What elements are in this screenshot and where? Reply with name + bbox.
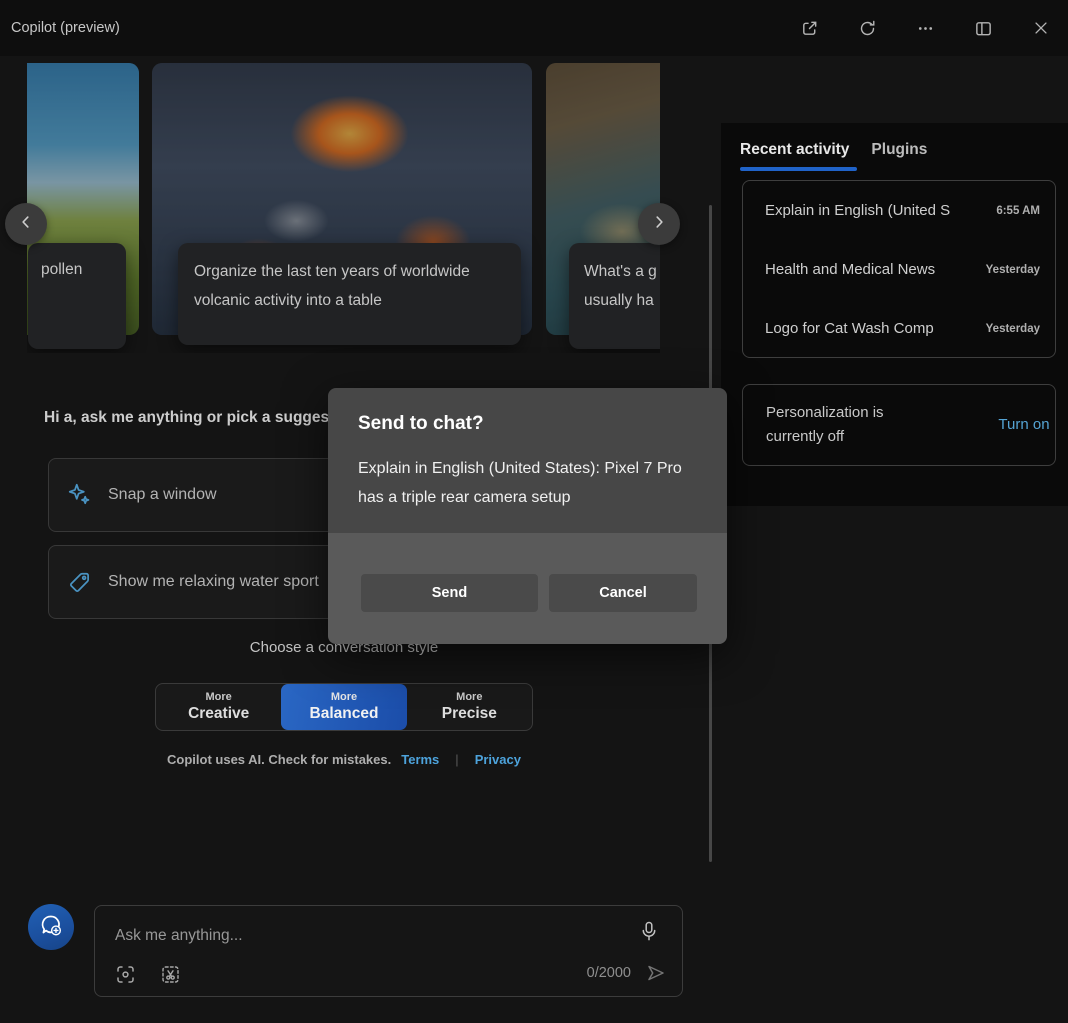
style-option-balanced-selected[interactable]: More Balanced	[281, 684, 407, 730]
active-tab-underline	[740, 167, 857, 171]
timestamp: Yesterday	[985, 322, 1040, 335]
tab-recent-activity[interactable]: Recent activity	[740, 141, 849, 159]
ai-disclaimer: Copilot uses AI. Check for mistakes. Ter…	[0, 752, 688, 767]
terms-link[interactable]: Terms	[401, 752, 439, 767]
conversation-style-picker: More Creative More Balanced More Precise	[155, 683, 533, 731]
timestamp: 6:55 AM	[996, 204, 1040, 217]
carousel-next-button[interactable]	[638, 203, 680, 245]
chat-input[interactable]	[115, 922, 615, 950]
suggestion-label: Show me relaxing water sport	[108, 573, 319, 590]
mic-icon[interactable]	[638, 920, 662, 946]
recent-item[interactable]: Explain in English (United S 6:55 AM	[743, 181, 1055, 240]
new-topic-button[interactable]	[28, 904, 74, 950]
right-panel: Recent activity Plugins Explain in Engli…	[721, 123, 1068, 506]
dialog-title: Send to chat?	[358, 413, 484, 434]
send-button[interactable]: Send	[361, 574, 538, 612]
suggestion-carousel: pollen Organize the last ten years of wo…	[27, 63, 660, 353]
dialog-footer: Send Cancel	[328, 533, 727, 644]
dialog-content: Send to chat? Explain in English (United…	[328, 388, 727, 533]
right-panel-tabs: Recent activity Plugins	[740, 141, 927, 159]
card-label[interactable]: pollen	[28, 243, 126, 349]
dialog-body-text: Explain in English (United States): Pixe…	[358, 460, 682, 506]
carousel-prev-button[interactable]	[5, 203, 47, 245]
title-bar-actions	[798, 0, 1052, 56]
more-icon[interactable]	[914, 17, 936, 39]
open-external-icon[interactable]	[798, 17, 820, 39]
card-label[interactable]: What's a g usually ha	[569, 243, 660, 349]
composer-right: 0/2000	[587, 961, 668, 985]
privacy-link[interactable]: Privacy	[475, 752, 521, 767]
personalization-message: Personalization is currently off	[766, 404, 884, 445]
style-option-precise[interactable]: More Precise	[407, 684, 532, 730]
chevron-right-icon	[650, 213, 668, 236]
send-icon[interactable]	[644, 961, 668, 985]
screenshot-icon[interactable]	[114, 963, 136, 985]
send-to-chat-dialog: Send to chat? Explain in English (United…	[328, 388, 727, 644]
card-label[interactable]: Organize the last ten years of worldwide…	[178, 243, 521, 345]
new-topic-chat-plus-icon	[38, 912, 64, 943]
link-divider: |	[455, 752, 459, 767]
chevron-left-icon	[17, 213, 35, 236]
disclaimer-text: Copilot uses AI. Check for mistakes.	[167, 752, 392, 767]
composer-tools	[114, 963, 181, 985]
tag-icon	[67, 569, 93, 595]
timestamp: Yesterday	[985, 263, 1040, 276]
recent-activity-list: Explain in English (United S 6:55 AM Hea…	[742, 180, 1056, 358]
copilot-window: Copilot (preview) pollen Organize the la…	[0, 0, 1068, 1023]
personalization-card: Personalization is currently off Turn on	[742, 384, 1056, 466]
close-icon[interactable]	[1030, 17, 1052, 39]
app-title: Copilot (preview)	[11, 20, 120, 36]
recent-item[interactable]: Health and Medical News Yesterday	[743, 240, 1055, 299]
recent-item[interactable]: Logo for Cat Wash Comp Yesterday	[743, 299, 1055, 357]
snip-icon[interactable]	[159, 963, 181, 985]
char-count: 0/2000	[586, 965, 631, 981]
composer: 0/2000	[94, 905, 683, 997]
title-bar: Copilot (preview)	[0, 0, 1068, 56]
turn-on-link[interactable]: Turn on	[993, 414, 1055, 436]
style-option-creative[interactable]: More Creative	[156, 684, 281, 730]
tab-plugins[interactable]: Plugins	[871, 141, 927, 159]
sparkle-icon	[67, 482, 93, 508]
cancel-button[interactable]: Cancel	[549, 574, 697, 612]
refresh-icon[interactable]	[856, 17, 878, 39]
side-panel-icon[interactable]	[972, 17, 994, 39]
suggestion-label: Snap a window	[108, 486, 217, 503]
